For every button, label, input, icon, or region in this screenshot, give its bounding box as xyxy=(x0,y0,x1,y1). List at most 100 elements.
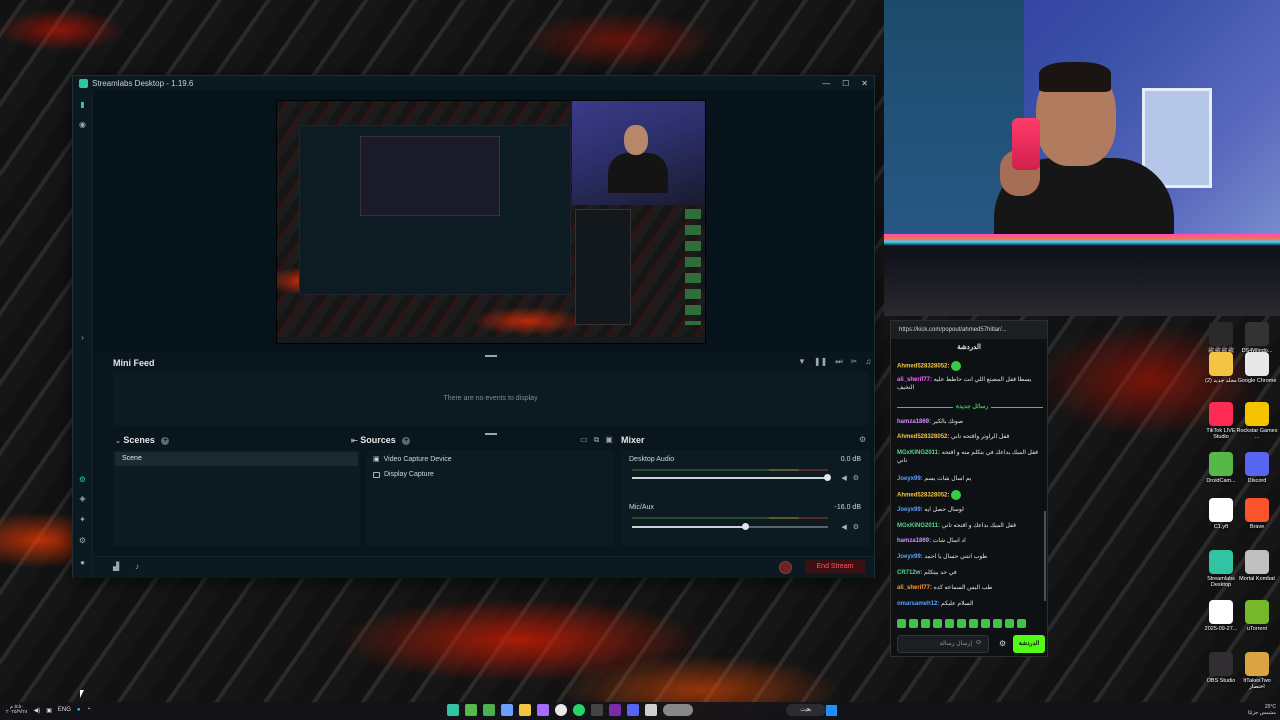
highlighter-icon[interactable]: ⚙ xyxy=(78,475,87,484)
chat-username[interactable]: omarsameh12: xyxy=(897,601,939,607)
whatsapp-app-icon[interactable] xyxy=(573,704,585,716)
emote-icon[interactable] xyxy=(909,619,918,628)
desktop-icon[interactable]: Mortal Kombat xyxy=(1235,550,1279,582)
chat-username[interactable]: Ahmed528328052: xyxy=(897,364,949,370)
chat-send-button[interactable]: الدردشة xyxy=(1013,635,1045,653)
resize-handle[interactable] xyxy=(485,433,497,435)
teams-app-icon[interactable] xyxy=(537,704,549,716)
emote-icon[interactable] xyxy=(1005,619,1014,628)
mute-alerts-icon[interactable]: ✂ xyxy=(851,357,858,367)
emote-icon[interactable] xyxy=(1017,619,1026,628)
chat-settings-icon[interactable]: ⚙ xyxy=(999,639,1006,648)
themes-icon[interactable]: ◈ xyxy=(78,494,87,503)
desktop-icon[interactable]: Discord xyxy=(1235,452,1279,484)
collapse-arrow-icon[interactable]: › xyxy=(78,333,87,342)
obs-app-icon[interactable] xyxy=(645,704,657,716)
chrome-app-icon[interactable] xyxy=(555,704,567,716)
emote-icon[interactable] xyxy=(933,619,942,628)
pause-icon[interactable]: ❚❚ xyxy=(814,357,827,367)
desktop-icon[interactable]: DS4Windo... xyxy=(1235,322,1279,354)
chat-username[interactable]: ali_sherif77: xyxy=(897,377,932,383)
notifications-icon[interactable]: ♪ xyxy=(135,562,139,571)
chat-username[interactable]: Ahmed528328052: xyxy=(897,493,949,499)
add-folder-icon[interactable]: ▣ xyxy=(605,435,613,445)
chat-scrollbar[interactable] xyxy=(1044,511,1046,601)
end-stream-button[interactable]: End Stream xyxy=(805,560,865,574)
weather-widget[interactable]: 25°C مشمس جزئيًا xyxy=(1210,704,1276,716)
resize-handle[interactable] xyxy=(485,355,497,357)
chevron-down-icon[interactable]: ⌄ xyxy=(115,438,121,445)
emote-icon[interactable] xyxy=(981,619,990,628)
windows-start-icon[interactable] xyxy=(826,705,837,716)
chat-username[interactable]: hamza1869: xyxy=(897,538,931,544)
profile-icon[interactable]: ● xyxy=(78,558,87,567)
clock[interactable]: ٥:٥٠ م ٢٠٢٥/٩/٢٨ xyxy=(6,705,28,715)
volume-knob[interactable] xyxy=(741,523,749,530)
collapse-icon[interactable]: ⇤ xyxy=(351,436,358,445)
settings-icon[interactable]: ⚙ xyxy=(78,536,87,545)
chat-username[interactable]: Ahmed528328052: xyxy=(897,434,949,440)
chat-username[interactable]: hamza1869: xyxy=(897,419,931,425)
chat-username[interactable]: CR712w: xyxy=(897,570,922,576)
emote-icon[interactable] xyxy=(945,619,954,628)
minimize-button[interactable]: — xyxy=(822,79,830,88)
volume-slider[interactable] xyxy=(632,474,831,481)
chat-username[interactable]: Joeyx99: xyxy=(897,507,923,513)
mixer-settings-icon[interactable]: ⚙ xyxy=(859,435,866,444)
emoji-icon[interactable]: ☺ xyxy=(975,639,982,646)
filter-icon[interactable]: ▼ xyxy=(798,357,806,367)
volume-icon[interactable]: ♫ xyxy=(865,357,871,367)
scene-item[interactable]: Scene xyxy=(115,452,358,466)
desktop-icon[interactable]: Google Chrome xyxy=(1235,352,1279,384)
desktop-icon[interactable]: Brave xyxy=(1235,498,1279,530)
calendar-app-icon[interactable] xyxy=(501,704,513,716)
add-scene-button[interactable]: + xyxy=(161,436,170,445)
chatgpt-app-icon[interactable] xyxy=(591,704,603,716)
desktop-icon[interactable]: Rockstar Games ... xyxy=(1235,402,1279,440)
kick-app-icon[interactable] xyxy=(483,704,495,716)
premiere-app-icon[interactable] xyxy=(609,704,621,716)
editor-icon[interactable]: ▮ xyxy=(78,100,87,109)
chat-username[interactable]: Joeyx99: xyxy=(897,476,923,482)
volume-icon[interactable]: ◀) xyxy=(34,707,41,714)
close-button[interactable]: ✕ xyxy=(861,79,868,88)
weather-widget-icon[interactable] xyxy=(663,704,693,716)
chat-username[interactable]: Joeyx99: xyxy=(897,554,923,560)
chat-username[interactable]: MGxKING2011: xyxy=(897,523,940,529)
window-titlebar[interactable]: Streamlabs Desktop - 1.19.6 — ☐ ✕ xyxy=(73,76,874,90)
add-source-button[interactable]: + xyxy=(402,436,411,445)
droidcam-app-icon[interactable] xyxy=(465,704,477,716)
desktop-icon[interactable]: uTorrent xyxy=(1235,600,1279,632)
network-icon[interactable]: ▣ xyxy=(46,707,52,714)
stream-preview[interactable] xyxy=(276,100,706,344)
record-button[interactable] xyxy=(779,561,792,574)
skip-icon[interactable]: ⏭ xyxy=(835,357,842,367)
chat-username[interactable]: MGxKING2011: xyxy=(897,450,940,456)
folder-icon[interactable]: ▭ xyxy=(580,435,588,445)
file-explorer-icon[interactable] xyxy=(519,704,531,716)
volume-knob[interactable] xyxy=(824,474,831,481)
language-indicator[interactable]: ENG xyxy=(58,707,71,713)
source-item[interactable]: ▣ Video Capture Device xyxy=(373,455,452,464)
gear-icon[interactable]: ⚙ xyxy=(853,523,859,531)
gear-icon[interactable]: ⚙ xyxy=(853,474,859,482)
desktop-icon[interactable]: ItTakesTwo اختصار xyxy=(1235,652,1279,690)
stats-icon[interactable]: ▟ xyxy=(113,562,119,571)
maximize-button[interactable]: ☐ xyxy=(842,79,849,88)
emote-icon[interactable] xyxy=(957,619,966,628)
speaker-icon[interactable]: ◀ xyxy=(841,474,846,482)
chat-username[interactable]: ali_sherif77: xyxy=(897,585,932,591)
volume-slider[interactable] xyxy=(632,523,828,530)
source-item[interactable]: Display Capture xyxy=(373,471,434,478)
emote-icon[interactable] xyxy=(897,619,906,628)
speaker-icon[interactable]: ◀ xyxy=(841,523,846,531)
emote-icon[interactable] xyxy=(969,619,978,628)
dashboard-icon[interactable]: ◉ xyxy=(78,120,87,129)
mic-icon[interactable]: ● xyxy=(77,707,81,713)
streamlabs-app-icon[interactable] xyxy=(447,704,459,716)
discord-app-icon[interactable] xyxy=(627,704,639,716)
search-icon[interactable]: ⌕ xyxy=(806,705,810,715)
chat-url-bar[interactable]: https://kick.com/popout/ahmed57hitlar/..… xyxy=(891,321,1047,339)
emote-icon[interactable] xyxy=(921,619,930,628)
emote-icon[interactable] xyxy=(993,619,1002,628)
